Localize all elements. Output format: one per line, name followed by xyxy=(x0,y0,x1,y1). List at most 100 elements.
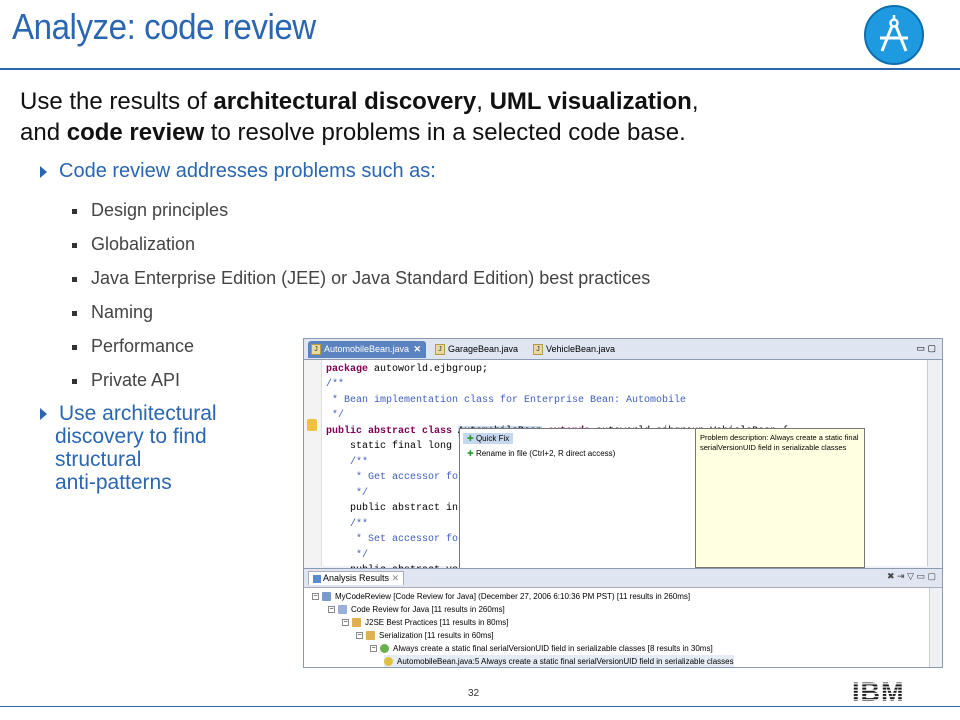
warning-marker-icon[interactable] xyxy=(307,419,317,431)
bullet-code-review: Code review addresses problems such as: xyxy=(40,160,436,183)
review-icon xyxy=(322,592,331,602)
collapse-icon[interactable]: − xyxy=(328,606,335,614)
list-item: Naming xyxy=(72,302,153,323)
code-line: */ xyxy=(326,410,345,421)
problem-description: Problem description: Always create a sta… xyxy=(695,428,865,568)
compass-logo-icon xyxy=(864,5,924,65)
intro-text: Use the results of xyxy=(20,88,214,115)
square-bullet-icon xyxy=(72,276,77,282)
collapse-icon[interactable]: − xyxy=(312,593,319,601)
warning-icon xyxy=(384,657,393,667)
collapse-icon[interactable]: − xyxy=(356,632,363,640)
tree-label: J2SE Best Practices [11 results in 80ms] xyxy=(365,618,509,627)
tree-row[interactable]: − Always create a static final serialVers… xyxy=(370,642,713,655)
square-bullet-icon xyxy=(72,310,77,316)
list-item-text: Performance xyxy=(91,336,195,356)
code-line: */ xyxy=(326,488,369,499)
intro-paragraph: Use the results of architectural discove… xyxy=(20,86,950,148)
bullet-architectural: Use architectural discovery to find stru… xyxy=(40,402,217,494)
java-file-icon: J xyxy=(311,344,321,355)
list-item-text: Design principles xyxy=(91,200,229,220)
tree-label: AutomobileBean.java:5 Always create a st… xyxy=(397,657,734,666)
tree-row[interactable]: − MyCodeReview [Code Review for Java] (De… xyxy=(312,590,690,603)
bullet-text: structural xyxy=(55,448,142,471)
intro-bold: UML visualization xyxy=(489,88,692,115)
tree-label: Always create a static final serialVersi… xyxy=(393,644,713,653)
tab-label: VehicleBean.java xyxy=(546,344,616,354)
quickfix-item[interactable]: ✚ Quick Fix xyxy=(463,433,514,444)
code-line: * Bean implementation class for Enterpri… xyxy=(326,395,687,406)
ibm-logo-icon: IBM xyxy=(852,677,905,707)
square-bullet-icon xyxy=(72,242,77,248)
java-file-icon: J xyxy=(533,344,543,355)
code-line: */ xyxy=(326,550,369,561)
results-header: Analysis Results ✕ ✖ ⇥ ▽ ▭ ▢ xyxy=(304,569,942,588)
rename-label: Rename in file (Ctrl+2, R direct access) xyxy=(475,449,616,458)
code-line: /** xyxy=(326,379,345,390)
footer-divider xyxy=(0,706,960,707)
code-line: /** xyxy=(326,519,369,530)
list-item: Globalization xyxy=(72,234,195,255)
tree-row-selected[interactable]: AutomobileBean.java:5 Always create a st… xyxy=(384,655,734,667)
folder-icon xyxy=(338,605,347,615)
slide-title: Analyze: code review xyxy=(12,6,316,47)
tree-row[interactable]: − Code Review for Java [11 results in 260… xyxy=(328,603,505,616)
list-item: Private API xyxy=(72,370,180,391)
tree-label: Serialization [11 results in 60ms] xyxy=(379,631,494,640)
triangle-bullet-icon xyxy=(40,165,47,178)
rename-item[interactable]: ✚ Rename in file (Ctrl+2, R direct acces… xyxy=(463,448,619,459)
tab-automobilebean[interactable]: J AutomobileBean.java ✕ xyxy=(308,341,426,358)
tab-garagebean[interactable]: J GarageBean.java xyxy=(432,341,528,358)
tree-label: Code Review for Java [11 results in 260m… xyxy=(351,605,505,614)
intro-text: to resolve problems in a selected code b… xyxy=(204,119,686,146)
editor-scrollbar[interactable] xyxy=(927,360,942,566)
bullet-text: Code review addresses problems such as: xyxy=(59,160,436,182)
close-icon[interactable]: ✕ xyxy=(392,573,400,583)
code-line: static final long xyxy=(326,439,452,455)
code-line: * Set accessor fo xyxy=(326,534,459,545)
tab-label: AutomobileBean.java xyxy=(324,344,410,354)
folder-icon xyxy=(352,618,361,628)
list-item-text: Private API xyxy=(91,370,181,390)
tab-label: GarageBean.java xyxy=(448,344,519,354)
list-item: Performance xyxy=(72,336,194,357)
results-toolbar[interactable]: ✖ ⇥ ▽ ▭ ▢ xyxy=(887,571,936,582)
page-number: 32 xyxy=(468,688,480,699)
intro-bold: code review xyxy=(66,119,205,146)
code-line: public abstract in xyxy=(326,503,459,514)
code-text: autoworld.ejbgroup; xyxy=(374,364,489,375)
rename-icon: ✚ xyxy=(467,449,474,458)
collapse-icon[interactable]: − xyxy=(370,645,377,653)
list-item: Design principles xyxy=(72,200,228,221)
results-scrollbar[interactable] xyxy=(929,588,942,667)
square-bullet-icon xyxy=(72,378,77,384)
svg-text:IBM: IBM xyxy=(852,678,905,704)
title-divider xyxy=(0,68,960,70)
tree-row[interactable]: − J2SE Best Practices [11 results in 80ms… xyxy=(342,616,508,629)
minimize-maximize-icons[interactable]: ▭ ▢ xyxy=(916,343,936,354)
ide-screenshot: J AutomobileBean.java ✕ J GarageBean.java … xyxy=(303,338,943,668)
code-line: package autoworld.ejbgroup; xyxy=(326,364,489,375)
code-text: static final long xyxy=(326,441,453,452)
close-icon[interactable]: ✕ xyxy=(413,341,421,358)
analysis-results-panel: Analysis Results ✕ ✖ ⇥ ▽ ▭ ▢ − MyCodeRevi… xyxy=(304,568,942,667)
collapse-icon[interactable]: − xyxy=(342,619,349,627)
results-tab-label: Analysis Results xyxy=(323,573,390,583)
bullet-text: Use architectural xyxy=(59,402,217,425)
editor-tab-bar: J AutomobileBean.java ✕ J GarageBean.java … xyxy=(304,339,942,360)
triangle-bullet-icon xyxy=(40,408,47,421)
analysis-icon xyxy=(313,574,321,583)
intro-text: , xyxy=(476,88,490,115)
code-editor[interactable]: package autoworld.ejbgroup; /** * Bean i… xyxy=(304,360,942,576)
list-item-text: Java Enterprise Edition (JEE) or Java St… xyxy=(91,268,651,288)
tab-vehiclebean[interactable]: J VehicleBean.java xyxy=(530,341,626,358)
code-line: * Get accessor fo xyxy=(326,472,459,483)
square-bullet-icon xyxy=(72,344,77,350)
quickfix-popup: ✚ Quick Fix ✚ Rename in file (Ctrl+2, R … xyxy=(459,428,697,570)
tab-analysis-results[interactable]: Analysis Results ✕ xyxy=(308,571,405,585)
intro-bold: architectural discovery xyxy=(213,88,477,115)
bullet-text: discovery to find xyxy=(55,425,207,448)
tree-row[interactable]: − Serialization [11 results in 60ms] xyxy=(356,629,494,642)
quickfix-icon: ✚ xyxy=(467,434,474,443)
code-line: /** xyxy=(326,457,369,468)
